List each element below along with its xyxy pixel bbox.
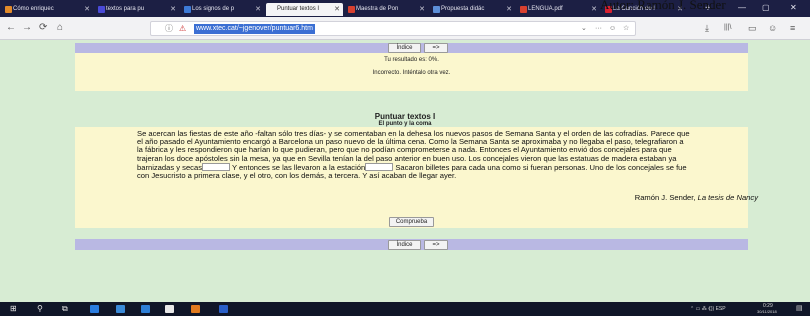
next-button[interactable]: =>: [424, 43, 448, 53]
tab-favicon-icon: [5, 6, 12, 13]
close-tab-icon[interactable]: ✕: [591, 3, 597, 16]
exercise-text: Se acercan las fiestas de este año -falt…: [137, 129, 690, 180]
signature-author: Ramón J. Sender,: [634, 193, 698, 202]
tab-favicon-icon: [98, 6, 105, 13]
clock-date: 30/11/2018: [757, 309, 777, 314]
taskbar-app-icon[interactable]: [165, 305, 174, 313]
close-tab-icon[interactable]: ✕: [84, 3, 90, 16]
signature: Ramón J. Sender, La tesis de Nancy: [635, 193, 758, 202]
menu-icon[interactable]: ≡: [790, 22, 795, 34]
feedback-text: Incorrecto. Inténtalo otra vez.: [372, 70, 451, 76]
downloads-icon[interactable]: ⤓: [705, 22, 709, 34]
close-window-button[interactable]: ✕: [790, 2, 797, 14]
page-title: Puntuar textos I: [374, 112, 436, 121]
tab-favicon-icon: [433, 6, 440, 13]
chevron-down-icon[interactable]: ⌄: [581, 24, 587, 34]
top-nav-band: Índice =>: [75, 43, 748, 53]
index-button[interactable]: Índice: [388, 43, 421, 53]
start-icon[interactable]: ⊞: [10, 304, 17, 314]
close-tab-icon[interactable]: ✕: [419, 3, 425, 16]
tab-favicon-icon: [348, 6, 355, 13]
close-tab-icon[interactable]: ✕: [255, 3, 261, 16]
browser-tab[interactable]: Cómo enriquec ✕: [2, 3, 93, 16]
browser-tab[interactable]: Los signos de p ✕: [181, 3, 264, 16]
browser-tab[interactable]: Maestra de Pon ✕: [345, 3, 428, 16]
tab-label: Puntuar textos I: [277, 6, 320, 12]
task-view-icon[interactable]: ⧉: [62, 304, 68, 314]
browser-tab[interactable]: LENGUA.pdf ✕: [517, 3, 600, 16]
author-header: Autor: Ramón J. Sender: [600, 0, 726, 12]
info-icon[interactable]: ⓘ: [165, 24, 173, 34]
tab-favicon-icon: [269, 6, 276, 13]
page-content: Índice => Tu resultado es: 0%. Incorrect…: [0, 41, 810, 302]
minimize-button[interactable]: —: [738, 2, 746, 14]
home-icon[interactable]: ⌂: [57, 22, 63, 34]
taskbar-app-icon[interactable]: [90, 305, 99, 313]
result-text: Tu resultado es: 0%.: [384, 57, 439, 63]
library-icon[interactable]: |||\: [724, 22, 731, 34]
windows-taskbar: ⊞ ⚲ ⧉ ⌃ ▭ ⁂ ⟪)) ESP 0:29 30/11/2018 ▤: [0, 302, 810, 316]
close-tab-icon[interactable]: ✕: [506, 3, 512, 16]
taskbar-app-icon[interactable]: [219, 305, 228, 313]
index-button-bottom[interactable]: Índice: [388, 240, 421, 250]
tab-label: textos para pu: [106, 6, 145, 12]
navigation-bar: ← → ⟳ ⌂ ⓘ ⚠ www.xtec.cat/~jgenover/puntu…: [0, 17, 810, 40]
close-tab-icon[interactable]: ✕: [170, 3, 176, 16]
bottom-nav-band: Índice =>: [75, 239, 748, 250]
browser-tab[interactable]: textos para pu ✕: [95, 3, 179, 16]
tab-label: Los signos de p: [192, 6, 235, 12]
tab-label: Maestra de Pon: [356, 6, 399, 12]
account-icon[interactable]: ☺: [768, 22, 777, 34]
pocket-icon[interactable]: ☺: [609, 24, 616, 34]
system-tray[interactable]: ⌃ ▭ ⁂ ⟪)) ESP: [690, 305, 726, 313]
notifications-icon[interactable]: ▤: [796, 305, 803, 313]
next-button-bottom[interactable]: =>: [424, 240, 448, 250]
tab-label: Cómo enriquec: [13, 6, 54, 12]
search-icon[interactable]: ⚲: [37, 304, 43, 314]
tab-favicon-icon: [520, 6, 527, 13]
sidebar-icon[interactable]: ▭: [748, 22, 757, 34]
maximize-button[interactable]: ▢: [762, 2, 770, 14]
reload-icon[interactable]: ⟳: [39, 22, 47, 34]
tab-label: LENGUA.pdf: [528, 6, 563, 12]
browser-tab[interactable]: Puntuar textos I ✕: [266, 3, 343, 16]
result-panel: Tu resultado es: 0%. Incorrecto. Inténta…: [75, 53, 748, 91]
tab-favicon-icon: [184, 6, 191, 13]
browser-tab[interactable]: Propuesta didác ✕: [430, 3, 515, 16]
url-text[interactable]: www.xtec.cat/~jgenover/puntuar6.htm: [194, 24, 315, 34]
taskbar-app-icon[interactable]: [116, 305, 125, 313]
punctuation-input-1[interactable]: [202, 162, 231, 171]
signature-book: La tesis de Nancy: [697, 193, 758, 202]
forward-icon[interactable]: →: [22, 22, 32, 34]
tab-label: Propuesta didác: [441, 6, 485, 12]
bookmark-star-icon[interactable]: ☆: [623, 24, 629, 34]
back-icon[interactable]: ←: [6, 22, 16, 34]
page-actions-icon[interactable]: ···: [595, 24, 602, 34]
address-bar[interactable]: ⓘ ⚠ www.xtec.cat/~jgenover/puntuar6.htm …: [150, 21, 636, 36]
insecure-icon[interactable]: ⚠: [179, 24, 186, 34]
check-button[interactable]: Comprueba: [389, 217, 434, 227]
close-tab-icon[interactable]: ✕: [334, 3, 340, 16]
taskbar-app-icon[interactable]: [191, 305, 200, 313]
taskbar-app-icon[interactable]: [141, 305, 150, 313]
punctuation-input-2[interactable]: [365, 162, 394, 171]
